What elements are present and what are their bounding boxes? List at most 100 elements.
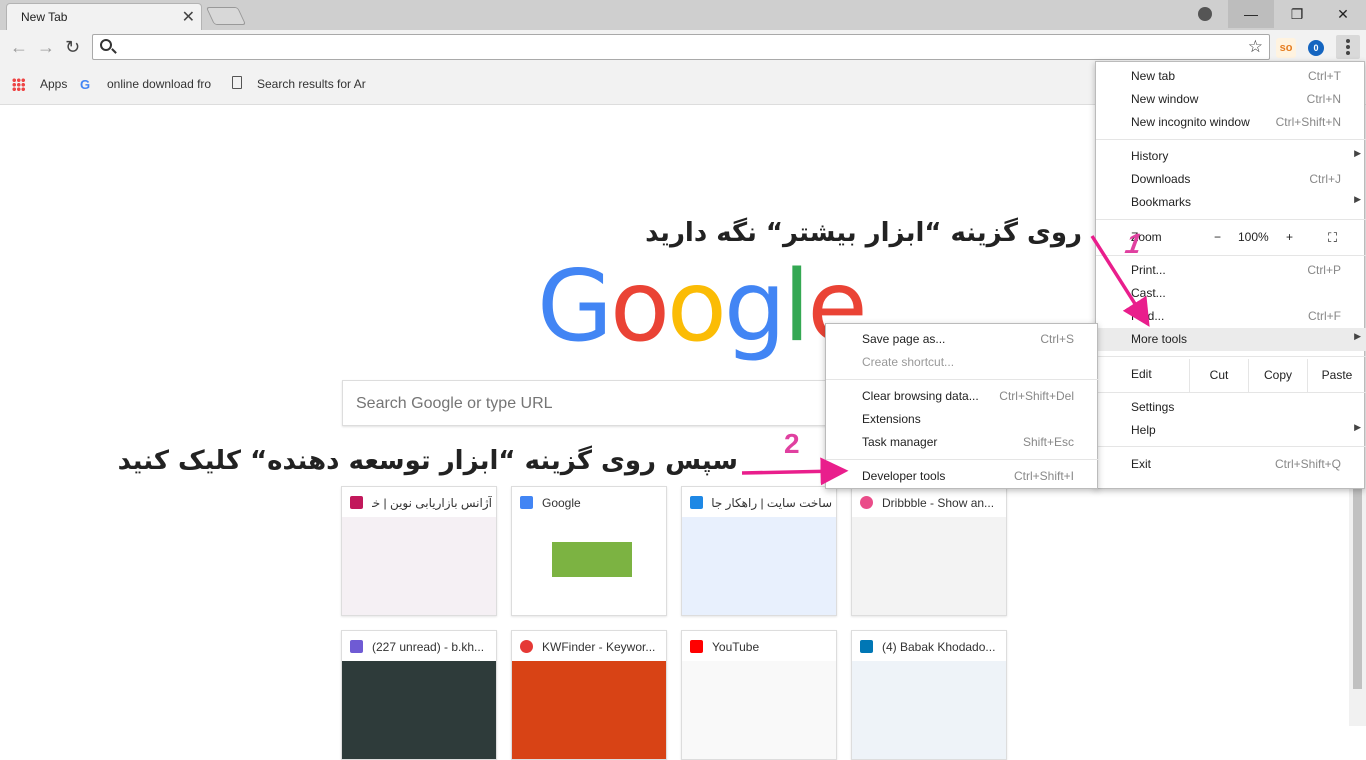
most-visited-tile[interactable]: KWFinder - Keywor... — [511, 630, 667, 760]
reload-icon[interactable]: ↻ — [65, 37, 80, 58]
menu-separator — [826, 459, 1099, 460]
menu-item-downloads[interactable]: Downloads Ctrl+J — [1096, 168, 1366, 191]
profile-icon[interactable] — [1198, 7, 1212, 21]
most-visited-tile[interactable]: ساخت سایت | راهکار جامع — [681, 486, 837, 616]
tab-close-icon[interactable]: ✕ — [182, 7, 195, 27]
menu-label: Developer tools — [862, 469, 946, 483]
tile-title: آژانس بازاریابی نوین | خدمـ — [372, 496, 492, 510]
tile-title: (4) Babak Khodado... — [882, 640, 996, 654]
menu-shortcut: Ctrl+Shift+Q — [1274, 457, 1341, 471]
extension-icon-2[interactable]: 0 — [1308, 40, 1324, 56]
menu-separator — [1096, 446, 1366, 447]
most-visited-tile[interactable]: Google — [511, 486, 667, 616]
site-favicon-icon — [350, 496, 363, 509]
menu-item-history[interactable]: History ▶ — [1096, 145, 1366, 168]
forward-arrow-icon[interactable]: → — [37, 37, 55, 58]
menu-item-create-shortcut[interactable]: Create shortcut... — [826, 351, 1099, 374]
tile-thumbnail — [342, 517, 496, 615]
annotation-step1-text: روی گزینه “ابزار بیشتر“ نگه دارید — [645, 218, 1082, 248]
page-icon — [232, 76, 242, 89]
menu-label: Print... — [1131, 263, 1166, 277]
menu-dot-icon — [1346, 39, 1350, 43]
google-g-icon: G — [80, 77, 91, 92]
menu-item-print[interactable]: Print... Ctrl+P — [1096, 259, 1366, 282]
menu-item-exit[interactable]: Exit Ctrl+Shift+Q — [1096, 453, 1366, 476]
close-window-button[interactable]: ✕ — [1320, 0, 1366, 28]
menu-item-find[interactable]: Find... Ctrl+F — [1096, 305, 1366, 328]
menu-shortcut: Ctrl+N — [1306, 92, 1341, 106]
tile-title: Google — [542, 496, 581, 510]
chrome-menu-button[interactable] — [1336, 35, 1360, 59]
bookmark-online-download[interactable]: online download fro — [107, 77, 213, 91]
menu-item-new-incognito[interactable]: New incognito window Ctrl+Shift+N — [1096, 111, 1366, 134]
submenu-arrow-icon: ▶ — [1354, 422, 1361, 432]
address-bar[interactable]: ☆ — [92, 34, 1270, 60]
menu-item-save-page[interactable]: Save page as... Ctrl+S — [826, 328, 1099, 351]
zoom-out-button[interactable]: − — [1214, 230, 1221, 244]
menu-separator — [1096, 392, 1366, 393]
menu-item-cast[interactable]: Cast... — [1096, 282, 1366, 305]
tab-new-tab[interactable]: New Tab ✕ — [6, 3, 202, 30]
menu-label: New incognito window — [1131, 115, 1250, 129]
menu-shortcut: Ctrl+Shift+I — [1013, 469, 1074, 483]
search-icon — [100, 39, 112, 51]
submenu-arrow-icon: ▶ — [1354, 148, 1361, 158]
submenu-arrow-icon: ▶ — [1354, 331, 1361, 341]
bookmark-star-icon[interactable]: ☆ — [1248, 37, 1263, 57]
menu-label: More tools — [1131, 332, 1188, 346]
menu-item-new-tab[interactable]: New tab Ctrl+T — [1096, 65, 1366, 88]
zoom-level: 100% — [1238, 230, 1269, 244]
logo-letter: o — [666, 250, 727, 364]
tile-thumbnail — [682, 661, 836, 759]
menu-item-new-window[interactable]: New window Ctrl+N — [1096, 88, 1366, 111]
most-visited-tile[interactable]: آژانس بازاریابی نوین | خدمـ — [341, 486, 497, 616]
menu-label: Create shortcut... — [862, 355, 955, 369]
menu-item-bookmarks[interactable]: Bookmarks ▶ — [1096, 191, 1366, 214]
tile-thumbnail — [852, 661, 1006, 759]
search-placeholder: Search Google or type URL — [356, 395, 553, 412]
menu-separator — [826, 379, 1099, 380]
most-visited-tile[interactable]: (4) Babak Khodado... — [851, 630, 1007, 760]
most-visited-tile[interactable]: (227 unread) - b.kh... — [341, 630, 497, 760]
menu-item-task-manager[interactable]: Task manager Shift+Esc — [826, 431, 1099, 454]
maximize-button[interactable]: ❐ — [1274, 0, 1320, 28]
site-favicon-icon — [860, 640, 873, 653]
paste-button[interactable]: Paste — [1307, 359, 1366, 392]
menu-item-extensions[interactable]: Extensions — [826, 408, 1099, 431]
menu-shortcut: Ctrl+Shift+N — [1275, 115, 1341, 129]
site-favicon-icon — [690, 640, 703, 653]
google-search-box[interactable]: Search Google or type URL — [342, 380, 842, 426]
menu-shortcut: Ctrl+J — [1309, 172, 1341, 186]
menu-label: Find... — [1131, 309, 1165, 323]
annotation-step2-text: سپس روی گزینه “ابزار توسعه دهنده“ کلیک ک… — [117, 446, 738, 476]
minimize-button[interactable]: — — [1228, 0, 1274, 28]
fullscreen-icon[interactable]: ⛶ — [1328, 230, 1337, 246]
site-favicon-icon — [860, 496, 873, 509]
menu-label: Settings — [1131, 400, 1175, 414]
menu-label: Bookmarks — [1131, 195, 1192, 209]
tile-title: KWFinder - Keywor... — [542, 640, 656, 654]
copy-button[interactable]: Copy — [1248, 359, 1307, 392]
bookmark-search-results[interactable]: Search results for Ar — [257, 77, 367, 91]
zoom-in-button[interactable]: + — [1286, 230, 1293, 244]
toolbar: ← → ↻ ☆ — [0, 30, 1366, 65]
menu-item-more-tools[interactable]: More tools ▶ — [1096, 328, 1366, 351]
menu-label: Task manager — [862, 435, 938, 449]
tile-title: YouTube — [712, 640, 760, 654]
menu-item-developer-tools[interactable]: Developer tools Ctrl+Shift+I — [826, 465, 1099, 488]
most-visited-tile[interactable]: Dribbble - Show an... — [851, 486, 1007, 616]
tile-thumbnail — [512, 661, 666, 759]
bookmark-apps[interactable]: Apps — [40, 77, 67, 91]
extension-icon-1[interactable]: so — [1276, 38, 1296, 58]
new-tab-button[interactable] — [205, 7, 247, 25]
cut-button[interactable]: Cut — [1189, 359, 1248, 392]
most-visited-tile[interactable]: YouTube — [681, 630, 837, 760]
menu-item-settings[interactable]: Settings — [1096, 396, 1366, 419]
menu-item-help[interactable]: Help ▶ — [1096, 419, 1366, 442]
menu-item-clear-browsing-data[interactable]: Clear browsing data... Ctrl+Shift+Del — [826, 385, 1099, 408]
menu-label: History — [1131, 149, 1169, 163]
back-arrow-icon[interactable]: ← — [10, 37, 28, 58]
menu-shortcut: Shift+Esc — [1022, 435, 1074, 449]
menu-label: Clear browsing data... — [862, 389, 979, 403]
menu-shortcut: Ctrl+F — [1308, 309, 1341, 323]
